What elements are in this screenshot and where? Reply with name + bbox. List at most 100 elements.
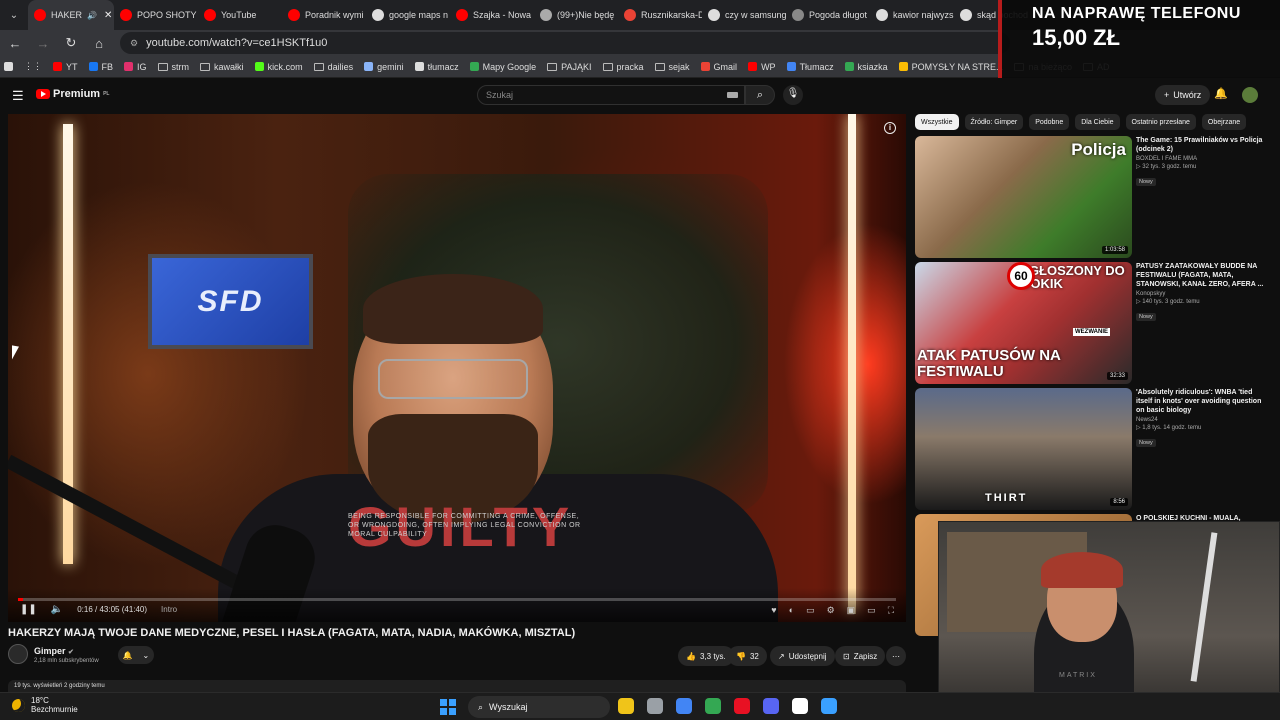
bookmark-item[interactable]: Gmail (700, 62, 737, 72)
tab-close-icon[interactable]: ✕ (104, 10, 112, 21)
browser-icon[interactable] (705, 698, 721, 714)
filter-chip[interactable]: Wszystkie (915, 114, 959, 130)
chapter-label[interactable]: Intro (161, 605, 177, 614)
more-actions-button[interactable]: ⋯ (886, 646, 906, 666)
bookmark-item[interactable]: FB (88, 62, 113, 72)
hamburger-menu-icon[interactable]: ☰ (12, 88, 24, 104)
browser-tab[interactable]: POPO SHOTY (114, 0, 198, 30)
site-info-icon[interactable]: ⚙ (130, 38, 138, 49)
browser-tab[interactable]: Szajka - Nowa (450, 0, 534, 30)
bookmark-item[interactable]: tłumacz (414, 62, 459, 72)
opera-icon[interactable] (734, 698, 750, 714)
recommendation-item[interactable]: ZGŁOSZONY DO UOKIK 60 WEZWANIE ATAK PATU… (915, 262, 1272, 384)
bookmark-item[interactable]: YT (53, 62, 78, 72)
discord-icon[interactable] (763, 698, 779, 714)
theater-mode-icon[interactable]: ▭ (867, 605, 876, 616)
recommendation-title[interactable]: PATUSY ZAATAKOWAŁY BUDDE NA FESTIWALU (F… (1136, 262, 1268, 289)
filter-chip[interactable]: Ostatnio przesłane (1125, 114, 1196, 130)
bookmark-square-icon[interactable] (4, 62, 13, 71)
video-thumbnail[interactable]: ZGŁOSZONY DO UOKIK 60 WEZWANIE ATAK PATU… (915, 262, 1132, 384)
subscription-bell-button[interactable]: 🔔 ⌄ (118, 646, 154, 664)
channel-avatar[interactable] (8, 644, 28, 664)
address-bar[interactable]: ⚙ youtube.com/watch?v=ce1HSKTf1u0 (120, 32, 1010, 54)
recommendation-title[interactable]: 'Absolutely ridiculous': WNBA 'tied itse… (1136, 388, 1268, 415)
apps-grid-icon[interactable]: ⋮⋮ (24, 61, 42, 72)
filter-chip[interactable]: Podobne (1029, 114, 1070, 130)
bookmark-item[interactable]: kawałki (200, 62, 244, 72)
browser-tab[interactable]: kawior najwyzs (870, 0, 954, 30)
recommendation-item[interactable]: THIRT 8:56 'Absolutely ridiculous': WNBA… (915, 388, 1272, 510)
pause-icon[interactable]: ❚❚ (20, 604, 37, 615)
share-button[interactable]: ↗ Udostępnij (770, 646, 835, 666)
browser-tab[interactable]: czy w samsung (702, 0, 786, 30)
app-icon[interactable] (647, 698, 663, 714)
chrome-icon[interactable] (676, 698, 692, 714)
windows-start-icon[interactable] (440, 699, 456, 715)
subtitles-icon[interactable]: ▭ (806, 605, 815, 616)
bookmark-item[interactable]: Tłumacz (786, 62, 834, 72)
dislike-button[interactable]: 👎 32 (728, 646, 767, 666)
tab-audio-icon[interactable]: 🔊 (87, 11, 97, 20)
file-explorer-icon[interactable] (618, 698, 634, 714)
filter-chip[interactable]: Źródło: Gimper (964, 114, 1024, 130)
autoplay-toggle-icon[interactable]: ◐ (789, 605, 794, 616)
progress-bar[interactable] (18, 598, 896, 601)
home-icon[interactable]: ⌂ (92, 36, 106, 51)
bookmark-item[interactable]: sejak (654, 62, 690, 72)
bookmark-item[interactable]: IG (124, 62, 147, 72)
bookmark-item[interactable]: strm (157, 62, 189, 72)
notifications-bell-icon[interactable]: 🔔 (1214, 87, 1228, 100)
recommendation-channel[interactable]: Konopskyy (1136, 291, 1268, 297)
recommendation-title[interactable]: The Game: 15 Prawilniaków vs Policja (od… (1136, 136, 1268, 154)
browser-tab[interactable]: Poradnik wymi (282, 0, 366, 30)
video-player[interactable]: SFD GUILTY BEING RESPONSIBLE FOR COMMITT… (8, 114, 906, 622)
forward-icon[interactable]: → (36, 36, 50, 51)
taskbar-search[interactable]: ⌕ Wyszukaj (468, 696, 610, 718)
bookmark-item[interactable]: WP (748, 62, 776, 72)
recommendation-item[interactable]: Policja 1:03:58 The Game: 15 Prawilniakó… (915, 136, 1272, 258)
miniplayer-icon[interactable]: ▣ (847, 605, 856, 616)
browser-tab[interactable]: Rusznikarska-D (618, 0, 702, 30)
youtube-logo[interactable]: Premium PL (36, 88, 109, 100)
user-avatar[interactable] (1242, 87, 1258, 103)
browser-tab[interactable]: (99+)Nie będę (534, 0, 618, 30)
like-button[interactable]: 👍 3,3 tys. (678, 646, 734, 666)
bookmark-item[interactable]: kick.com (254, 62, 303, 72)
tab-label: Rusznikarska-D (641, 10, 702, 20)
info-icon[interactable]: i (884, 122, 896, 134)
voice-search-button[interactable]: 🎙 (783, 85, 803, 105)
video-thumbnail[interactable]: Policja 1:03:58 (915, 136, 1132, 258)
browser-icon[interactable] (821, 698, 837, 714)
bookmark-item[interactable]: gemini (364, 62, 404, 72)
filter-chip[interactable]: Dla Ciebie (1075, 114, 1120, 130)
browser-tab[interactable]: YouTube (198, 0, 282, 30)
tab-search-icon[interactable]: ⌄ (0, 10, 28, 21)
settings-gear-icon[interactable]: ⚙ (827, 605, 835, 616)
browser-tab[interactable]: google maps n (366, 0, 450, 30)
bookmark-item[interactable]: ksiazka (844, 62, 888, 72)
volume-icon[interactable]: 🔈 (51, 604, 63, 615)
channel-name[interactable]: Gimper ✔ (34, 646, 74, 656)
create-button[interactable]: + Utwórz (1155, 85, 1211, 105)
app-icon[interactable] (792, 698, 808, 714)
back-icon[interactable]: ← (8, 36, 22, 51)
bookmark-item[interactable]: dailies (313, 62, 353, 72)
keyboard-icon[interactable] (727, 92, 738, 98)
save-button[interactable]: ⊡ Zapisz (835, 646, 886, 666)
recommendation-channel[interactable]: BOXDEL I FAME MMA (1136, 156, 1268, 162)
bookmark-item[interactable]: pracka (602, 62, 644, 72)
weather-widget[interactable]: 18°C Bezchmurnie (12, 696, 78, 714)
bookmark-item[interactable]: POMYSŁY NA STRE... (898, 62, 1003, 72)
search-button[interactable]: ⌕ (745, 85, 775, 105)
recommendation-channel[interactable]: News24 (1136, 417, 1268, 423)
premium-icon[interactable]: ♥ (771, 605, 776, 616)
bookmark-item[interactable]: PAJĄKI (547, 62, 592, 72)
search-input[interactable]: Szukaj (477, 85, 745, 105)
video-thumbnail[interactable]: THIRT 8:56 (915, 388, 1132, 510)
browser-tab[interactable]: Pogoda długot (786, 0, 870, 30)
filter-chip[interactable]: Obejrzane (1201, 114, 1247, 130)
reload-icon[interactable]: ↻ (64, 35, 78, 51)
bookmark-item[interactable]: Mapy Google (469, 62, 536, 72)
fullscreen-icon[interactable]: ⛶ (888, 605, 894, 616)
browser-tab[interactable]: HAKER 🔊 ✕ (28, 0, 114, 30)
